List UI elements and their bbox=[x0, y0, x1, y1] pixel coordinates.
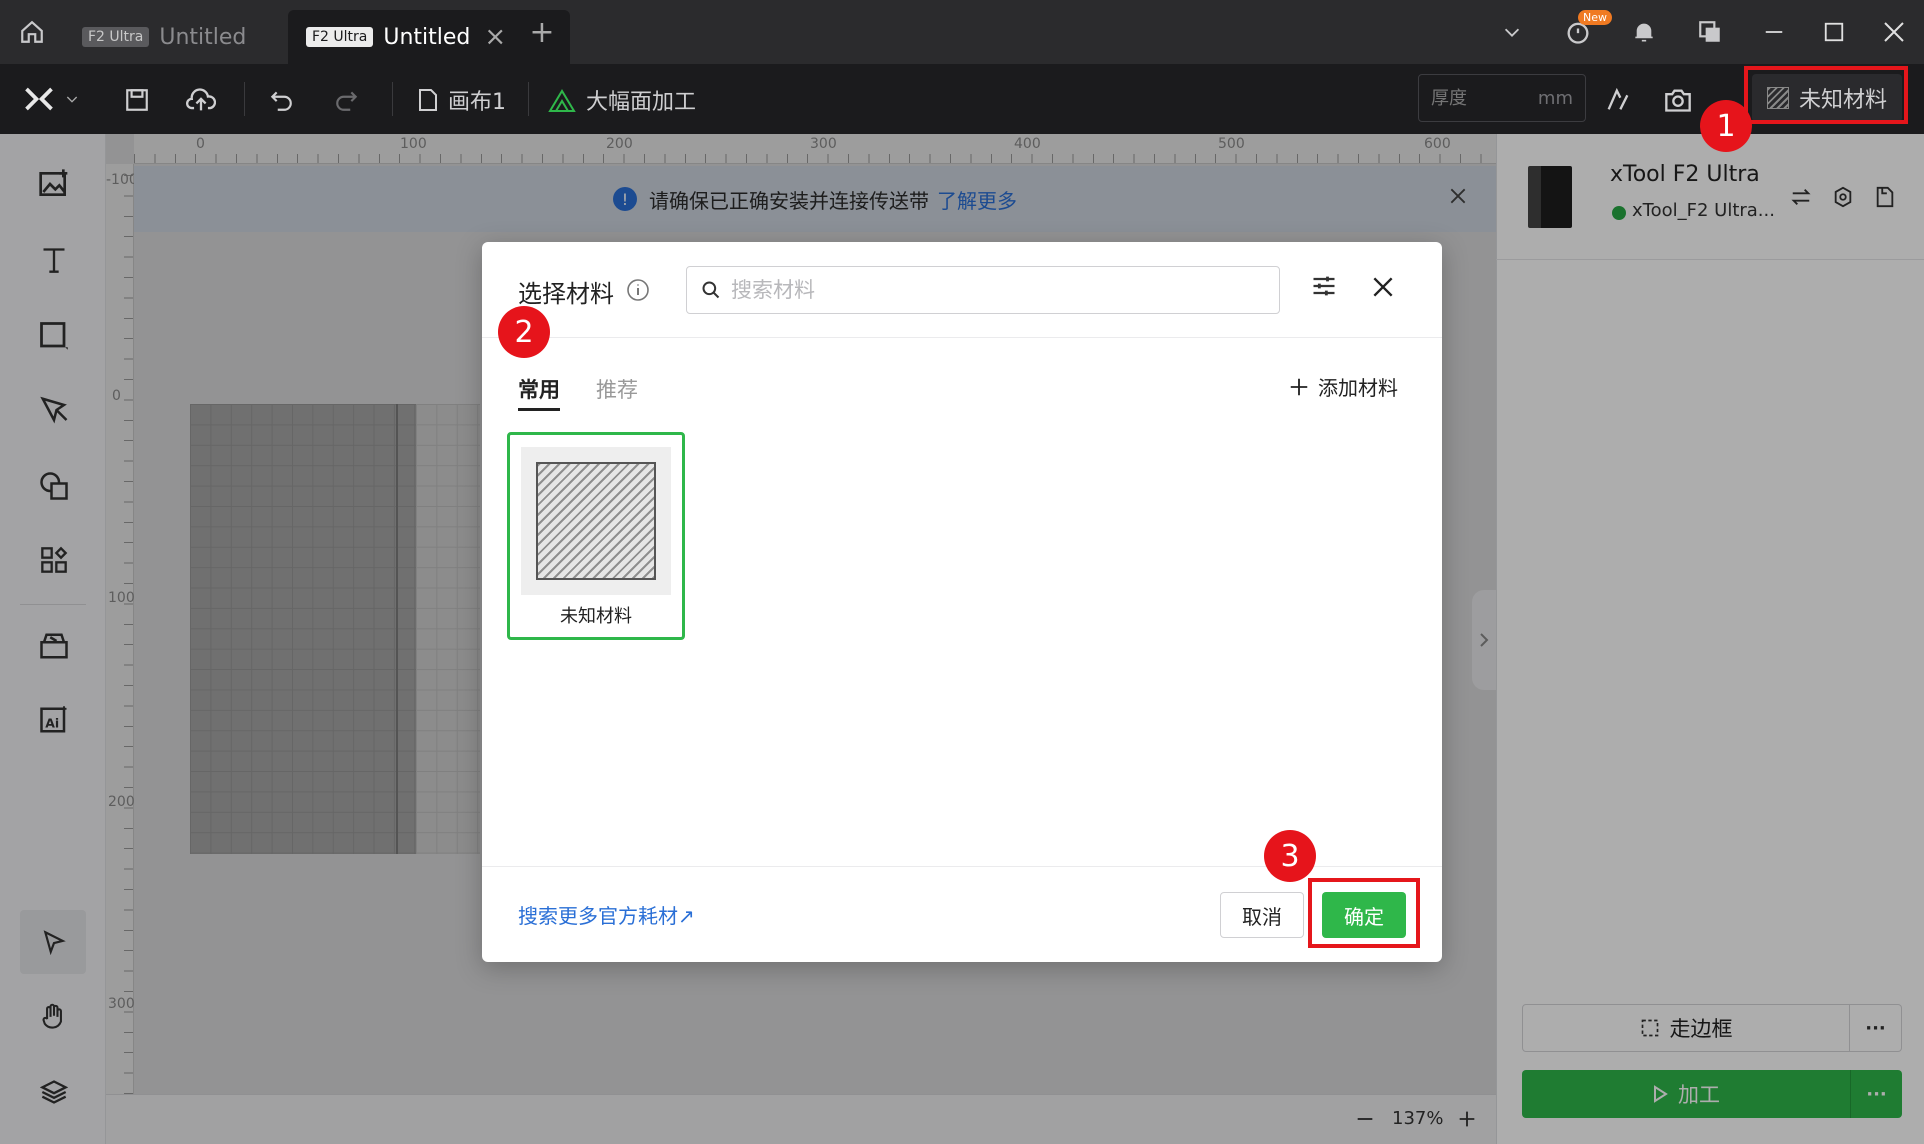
dialog-info-icon[interactable] bbox=[626, 278, 652, 304]
device-tag: F2 Ultra bbox=[82, 27, 150, 47]
close-dialog-icon[interactable] bbox=[1370, 274, 1400, 304]
material-thumbnail bbox=[521, 447, 671, 595]
minimize-icon[interactable] bbox=[1756, 14, 1792, 50]
auto-focus-icon[interactable] bbox=[1604, 82, 1632, 118]
active-tab-underline bbox=[518, 408, 560, 411]
tab-title: Untitled bbox=[159, 24, 247, 50]
close-tab-icon[interactable]: × bbox=[484, 22, 506, 52]
dialog-header-divider bbox=[482, 337, 1442, 338]
dialog-title: 选择材料 bbox=[518, 280, 614, 308]
step-badge-1: 1 bbox=[1700, 100, 1752, 152]
tab-recommended[interactable]: 推荐 bbox=[596, 374, 638, 404]
mountain-icon bbox=[548, 89, 576, 112]
search-icon bbox=[702, 281, 720, 299]
redo-icon[interactable] bbox=[334, 82, 360, 118]
step-badge-2: 2 bbox=[498, 306, 550, 358]
close-window-icon[interactable] bbox=[1876, 14, 1912, 50]
canvas-selector[interactable]: 画布1 bbox=[418, 82, 506, 118]
save-icon[interactable] bbox=[124, 82, 150, 118]
toolbar-divider bbox=[528, 82, 529, 116]
step-badge-3: 3 bbox=[1264, 830, 1316, 882]
tab-untitled-1[interactable]: F2 Ultra Untitled bbox=[64, 10, 284, 64]
canvas-label: 画布1 bbox=[448, 90, 506, 115]
camera-icon[interactable] bbox=[1664, 82, 1692, 118]
search-official-materials-link[interactable]: 搜索更多官方耗材↗ bbox=[518, 900, 695, 929]
cancel-button[interactable]: 取消 bbox=[1220, 892, 1304, 938]
undo-icon[interactable] bbox=[268, 82, 294, 118]
mode-label: 大幅面加工 bbox=[586, 90, 697, 115]
thickness-unit: mm bbox=[1537, 87, 1573, 109]
filter-icon[interactable] bbox=[1310, 272, 1342, 304]
bell-icon[interactable] bbox=[1626, 14, 1662, 50]
windows-icon[interactable] bbox=[1692, 14, 1728, 50]
chevron-down-icon[interactable] bbox=[1494, 14, 1530, 50]
tab-common[interactable]: 常用 bbox=[518, 374, 560, 404]
highlight-box-material-button bbox=[1744, 66, 1908, 124]
hatch-pattern bbox=[536, 462, 656, 580]
device-tag: F2 Ultra bbox=[306, 27, 374, 47]
home-icon[interactable] bbox=[14, 14, 50, 50]
material-search-box[interactable] bbox=[686, 266, 1280, 314]
toolbar-divider bbox=[244, 82, 245, 116]
document-icon bbox=[419, 89, 437, 111]
highlight-box-confirm-button bbox=[1308, 878, 1420, 948]
thickness-field[interactable]: mm bbox=[1418, 74, 1586, 122]
material-card-label: 未知材料 bbox=[560, 606, 632, 627]
tab-title: Untitled bbox=[383, 24, 471, 50]
thickness-input[interactable] bbox=[1431, 87, 1521, 109]
app-menu-button[interactable] bbox=[24, 80, 80, 118]
add-material-button[interactable]: 添加材料 bbox=[1288, 372, 1398, 401]
plus-icon bbox=[1290, 378, 1308, 395]
add-tab-icon[interactable]: + bbox=[524, 14, 560, 50]
chevron-down-icon bbox=[66, 96, 78, 103]
material-search-input[interactable] bbox=[731, 278, 1231, 302]
xtool-logo-icon bbox=[25, 87, 53, 111]
new-badge: New bbox=[1578, 10, 1612, 25]
add-material-label: 添加材料 bbox=[1318, 376, 1398, 400]
cloud-upload-icon[interactable] bbox=[186, 82, 216, 118]
toolbar-divider bbox=[392, 82, 393, 116]
maximize-icon[interactable] bbox=[1816, 14, 1852, 50]
mode-selector[interactable]: 大幅面加工 bbox=[548, 82, 696, 118]
